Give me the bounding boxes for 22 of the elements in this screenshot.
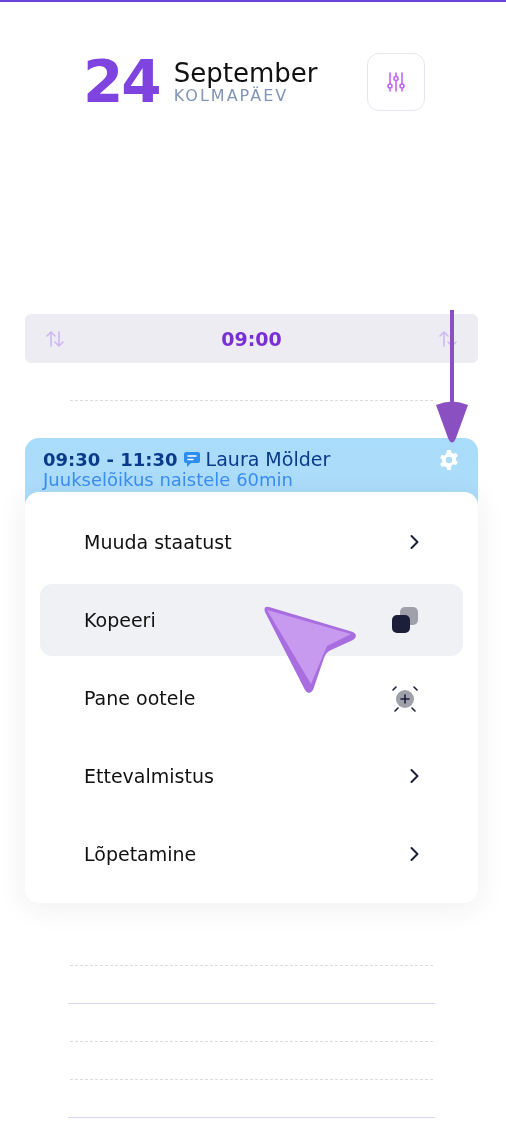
chevron-right-icon [409,768,419,784]
menu-item[interactable]: Ettevalmistus [40,740,463,812]
copy-icon [391,606,419,634]
sliders-icon [386,72,405,92]
sort-icon [45,329,65,348]
menu-item[interactable]: Muuda staatust [40,506,463,578]
alarm-clock-icon [391,684,419,712]
settings-icon[interactable] [438,449,460,471]
client-name: Laura Mölder [205,448,331,470]
time-label: 09:00 [221,327,282,350]
menu-item[interactable]: Kopeeri [40,584,463,656]
weekday-name: KOLMAPÄEV [173,86,289,105]
chevron-right-icon [409,534,419,550]
filter-button[interactable] [366,53,425,111]
appointment-time: 09:30 - 11:30 [43,448,178,470]
month-name: September [173,59,319,87]
day-number: 24 [83,53,160,111]
menu-item[interactable]: Lõpetamine [40,818,463,890]
sort-icon [438,329,458,348]
menu-item[interactable]: Pane ootele [40,662,463,734]
chevron-right-icon [409,846,419,862]
service-name: Juukselõikus naistele 60min [43,470,294,491]
